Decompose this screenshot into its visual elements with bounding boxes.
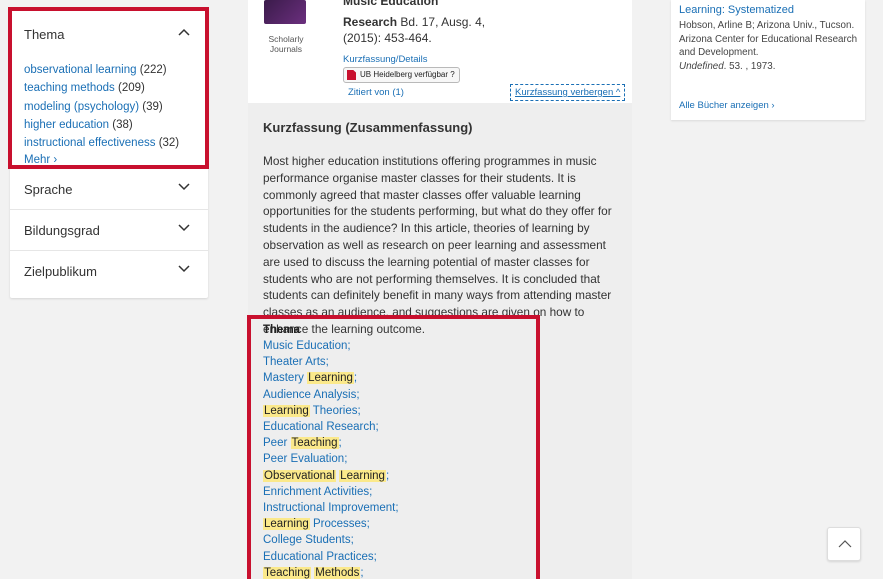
all-books-link[interactable]: Alle Bücher anzeigen › — [679, 100, 775, 111]
annotation-box-subjects — [247, 315, 540, 579]
facet-sprache-title: Sprache — [24, 182, 73, 197]
source-volume: Bd. 17, Ausg. 4, — [397, 15, 486, 29]
related-books-panel: Learning: Systematized Hobson, Arline B;… — [671, 0, 865, 120]
availability-button[interactable]: UB Heidelberg verfügbar ? — [343, 67, 460, 83]
chevron-down-icon[interactable] — [178, 265, 190, 273]
related-book-authors: Hobson, Arline B; Arizona Univ., Tucson.… — [679, 20, 858, 58]
chevron-down-icon[interactable] — [178, 224, 190, 232]
related-book-year: 53. , 1973. — [729, 60, 776, 72]
journal-title: Music Education — [343, 0, 439, 8]
related-book-meta: Hobson, Arline B; Arizona Univ., Tucson.… — [679, 20, 858, 72]
facet-zielpublikum[interactable]: Zielpublikum — [10, 250, 208, 291]
chevron-up-icon — [838, 540, 852, 548]
abstract-text: Most higher education institutions offer… — [263, 154, 612, 336]
cited-by-link[interactable]: Zitiert von (1) — [348, 87, 404, 98]
hide-abstract-label: Kurzfassung verbergen ^ — [515, 87, 621, 98]
facet-bildungsgrad[interactable]: Bildungsgrad — [10, 209, 208, 250]
facet-sprache[interactable]: Sprache — [10, 168, 208, 209]
source-line: Research Bd. 17, Ausg. 4, — [343, 14, 485, 30]
hide-abstract-button[interactable]: Kurzfassung verbergen ^ — [510, 84, 626, 101]
related-book-status: Undefined — [679, 60, 724, 72]
facet-zielpublikum-title: Zielpublikum — [24, 264, 97, 279]
details-link[interactable]: Kurzfassung/Details — [343, 54, 427, 65]
chevron-down-icon[interactable] — [178, 183, 190, 191]
availability-label: UB Heidelberg verfügbar ? — [360, 70, 455, 79]
source-type-label: Scholarly Journals — [268, 34, 304, 54]
source-name: Research — [343, 15, 398, 29]
annotation-box-facets — [8, 7, 209, 169]
pdf-icon — [347, 70, 356, 80]
facet-bildungsgrad-title: Bildungsgrad — [24, 223, 100, 238]
journal-thumbnail[interactable] — [264, 0, 306, 24]
back-to-top-button[interactable] — [827, 527, 861, 561]
related-book-title[interactable]: Learning: Systematized — [679, 4, 794, 17]
source-pages: (2015): 453-464. — [343, 31, 432, 45]
abstract-heading: Kurzfassung (Zusammenfassung) — [263, 120, 473, 135]
